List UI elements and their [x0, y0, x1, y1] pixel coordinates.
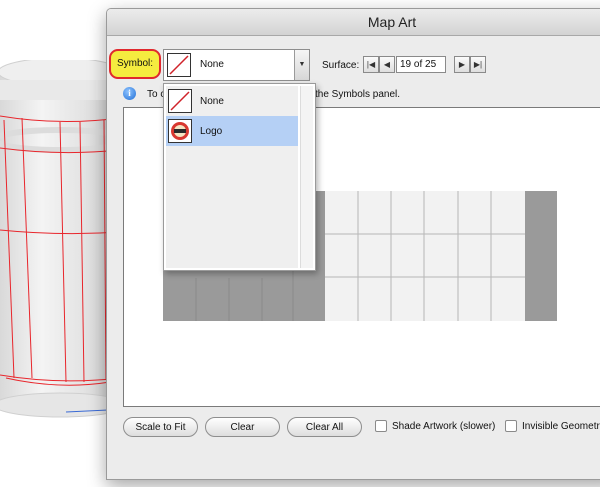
invisible-geometry-checkbox[interactable]	[505, 420, 517, 432]
symbol-option-label: Logo	[200, 126, 223, 137]
symbol-option-label: None	[200, 96, 224, 107]
none-symbol-icon	[167, 53, 191, 77]
clear-button[interactable]: Clear	[205, 417, 280, 437]
title-bar[interactable]: Map Art	[107, 9, 600, 36]
invisible-geometry-label: Invisible Geometr	[522, 421, 600, 432]
info-text-end: the Symbols panel.	[315, 89, 401, 100]
symbol-select[interactable]: None ▼	[163, 49, 310, 81]
surface-count-field[interactable]: 19 of 25	[396, 56, 446, 73]
cylinder-artwork	[0, 60, 120, 418]
first-surface-button[interactable]: |◀	[363, 56, 379, 73]
next-surface-button[interactable]: ▶	[454, 56, 470, 73]
map-art-dialog: Map Art Symbol: None ▼ Surface: |◀ ◀ 19 …	[106, 8, 600, 480]
logo-symbol-icon	[168, 119, 192, 143]
scale-to-fit-button[interactable]: Scale to Fit	[123, 417, 198, 437]
symbol-option-none[interactable]: None	[166, 86, 298, 116]
symbol-label-highlight: Symbol:	[109, 49, 161, 79]
symbol-options-list: None Logo	[166, 86, 298, 268]
surface-label: Surface:	[322, 60, 360, 71]
last-surface-button[interactable]: ▶|	[470, 56, 486, 73]
symbol-option-logo[interactable]: Logo	[166, 116, 298, 146]
window-title: Map Art	[367, 14, 417, 30]
clear-all-button[interactable]: Clear All	[287, 417, 362, 437]
shade-artwork-label: Shade Artwork (slower)	[392, 421, 496, 432]
info-icon: i	[123, 87, 136, 100]
none-symbol-icon	[168, 89, 192, 113]
shade-artwork-checkbox[interactable]	[375, 420, 387, 432]
dropdown-scrollbar[interactable]	[300, 86, 313, 268]
symbol-selected-value: None	[200, 59, 224, 70]
symbol-dropdown-menu: None Logo	[163, 83, 316, 271]
symbol-label: Symbol:	[116, 58, 154, 69]
previous-surface-button[interactable]: ◀	[379, 56, 395, 73]
chevron-down-icon[interactable]: ▼	[294, 50, 309, 80]
